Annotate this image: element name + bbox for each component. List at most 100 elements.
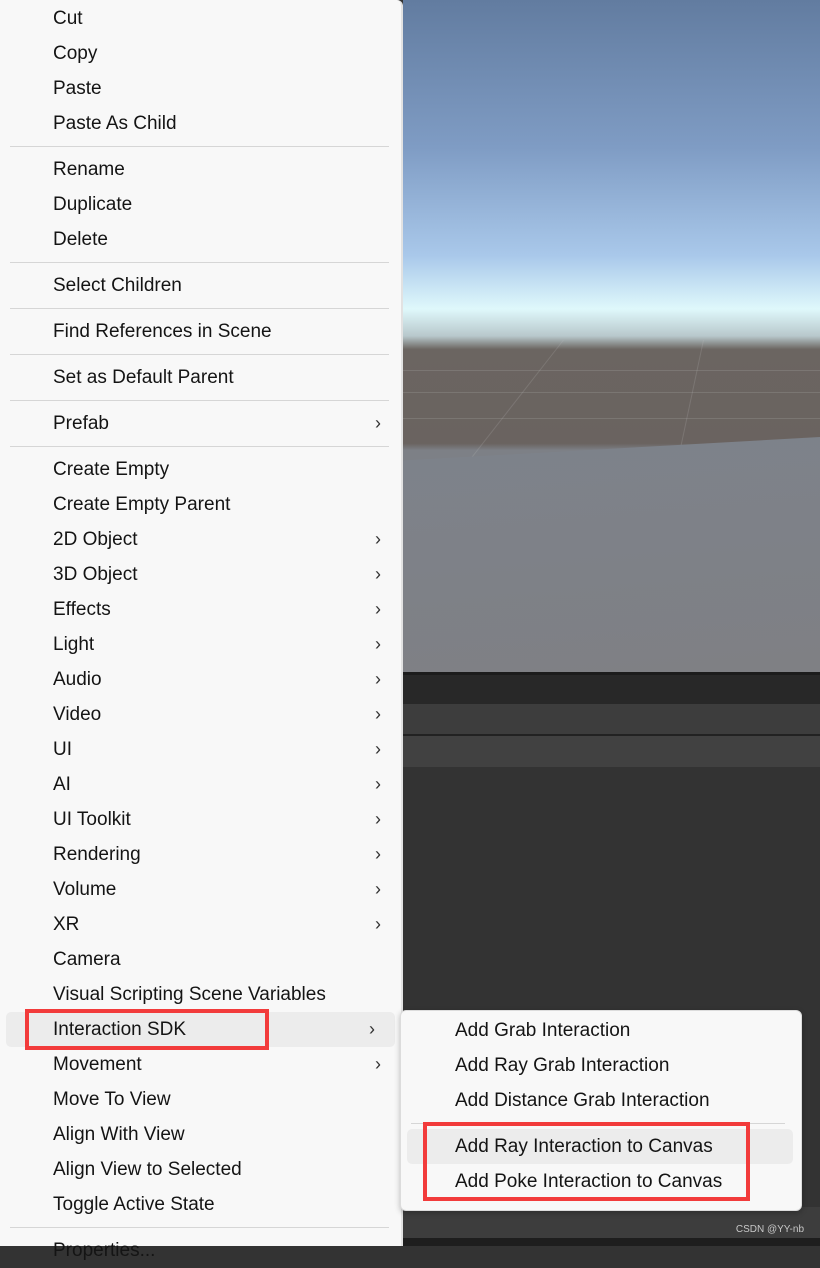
menu-item-label: Prefab <box>53 413 109 434</box>
menu-item-label: AI <box>53 774 71 795</box>
menu-item-label: 3D Object <box>53 564 138 585</box>
menu-separator <box>10 400 389 401</box>
menu-item-add-distance-grab-interaction[interactable]: Add Distance Grab Interaction <box>401 1083 801 1118</box>
menu-item-camera[interactable]: Camera <box>0 942 401 977</box>
menu-item-interaction-sdk[interactable]: Interaction SDK › <box>6 1012 395 1047</box>
menu-item-label: Rename <box>53 159 125 180</box>
menu-item-label: Volume <box>53 879 117 900</box>
menu-item-align-view-to-selected[interactable]: Align View to Selected <box>0 1152 401 1187</box>
menu-item-find-references-in-scene[interactable]: Find References in Scene <box>0 314 401 349</box>
chevron-right-icon: › <box>375 844 381 864</box>
menu-item-label: Cut <box>53 8 83 29</box>
menu-item-effects[interactable]: Effects › <box>0 592 401 627</box>
menu-item-prefab[interactable]: Prefab › <box>0 406 401 441</box>
scene-view[interactable] <box>403 0 820 672</box>
ground-plane <box>403 437 820 672</box>
menu-item-copy[interactable]: Copy <box>0 36 401 71</box>
panel-tabbar[interactable] <box>403 675 820 704</box>
menu-item-label: Interaction SDK <box>53 1019 187 1040</box>
menu-separator <box>10 308 389 309</box>
menu-item-label: Create Empty Parent <box>53 494 231 515</box>
menu-item-label: Properties... <box>53 1240 156 1261</box>
menu-item-add-grab-interaction[interactable]: Add Grab Interaction <box>401 1013 801 1048</box>
menu-separator <box>411 1123 785 1124</box>
menu-item-video[interactable]: Video › <box>0 697 401 732</box>
menu-item-add-ray-grab-interaction[interactable]: Add Ray Grab Interaction <box>401 1048 801 1083</box>
menu-item-paste-as-child[interactable]: Paste As Child <box>0 106 401 141</box>
menu-item-label: Paste As Child <box>53 113 177 134</box>
menu-item-rendering[interactable]: Rendering › <box>0 837 401 872</box>
menu-item-3d-object[interactable]: 3D Object › <box>0 557 401 592</box>
menu-item-label: Audio <box>53 669 102 690</box>
menu-item-label: Create Empty <box>53 459 170 480</box>
chevron-right-icon: › <box>375 914 381 934</box>
menu-item-visual-scripting-scene-variables[interactable]: Visual Scripting Scene Variables <box>0 977 401 1012</box>
menu-item-label: Rendering <box>53 844 141 865</box>
menu-item-label: Camera <box>53 949 121 970</box>
menu-item-create-empty[interactable]: Create Empty <box>0 452 401 487</box>
menu-item-duplicate[interactable]: Duplicate <box>0 187 401 222</box>
menu-item-add-ray-interaction-to-canvas[interactable]: Add Ray Interaction to Canvas <box>407 1129 793 1164</box>
menu-item-ui[interactable]: UI › <box>0 732 401 767</box>
panel-toolbar[interactable] <box>403 704 820 734</box>
menu-item-label: Find References in Scene <box>53 321 272 342</box>
menu-item-label: Select Children <box>53 275 182 296</box>
panel-toolbar-secondary[interactable] <box>403 736 820 767</box>
menu-item-label: XR <box>53 914 80 935</box>
menu-item-toggle-active-state[interactable]: Toggle Active State <box>0 1187 401 1222</box>
grid-line <box>403 418 820 419</box>
menu-item-xr[interactable]: XR › <box>0 907 401 942</box>
menu-separator <box>10 146 389 147</box>
menu-item-paste[interactable]: Paste <box>0 71 401 106</box>
menu-item-move-to-view[interactable]: Move To View <box>0 1082 401 1117</box>
menu-item-add-poke-interaction-to-canvas[interactable]: Add Poke Interaction to Canvas <box>401 1164 801 1199</box>
menu-separator <box>10 1227 389 1228</box>
menu-item-label: Delete <box>53 229 108 250</box>
menu-item-ui-toolkit[interactable]: UI Toolkit › <box>0 802 401 837</box>
menu-item-movement[interactable]: Movement › <box>0 1047 401 1082</box>
menu-item-select-children[interactable]: Select Children <box>0 268 401 303</box>
menu-item-label: Light <box>53 634 95 655</box>
menu-item-audio[interactable]: Audio › <box>0 662 401 697</box>
menu-item-create-empty-parent[interactable]: Create Empty Parent <box>0 487 401 522</box>
menu-item-label: UI <box>53 739 72 760</box>
menu-item-label: Move To View <box>53 1089 171 1110</box>
menu-item-label: UI Toolkit <box>53 809 131 830</box>
menu-item-label: Align With View <box>53 1124 185 1145</box>
menu-item-delete[interactable]: Delete <box>0 222 401 257</box>
menu-item-label: Visual Scripting Scene Variables <box>53 984 326 1005</box>
chevron-right-icon: › <box>369 1019 375 1039</box>
menu-item-label: Toggle Active State <box>53 1194 215 1215</box>
menu-item-label: Movement <box>53 1054 142 1075</box>
chevron-right-icon: › <box>375 879 381 899</box>
chevron-right-icon: › <box>375 599 381 619</box>
menu-separator <box>10 354 389 355</box>
menu-item-cut[interactable]: Cut <box>0 1 401 36</box>
menu-item-label: Add Grab Interaction <box>455 1020 631 1041</box>
menu-item-ai[interactable]: AI › <box>0 767 401 802</box>
menu-item-label: Add Distance Grab Interaction <box>455 1090 710 1111</box>
menu-item-set-as-default-parent[interactable]: Set as Default Parent <box>0 360 401 395</box>
menu-item-label: Duplicate <box>53 194 133 215</box>
menu-item-light[interactable]: Light › <box>0 627 401 662</box>
chevron-right-icon: › <box>375 1054 381 1074</box>
menu-item-volume[interactable]: Volume › <box>0 872 401 907</box>
menu-item-label: Video <box>53 704 102 725</box>
menu-item-align-with-view[interactable]: Align With View <box>0 1117 401 1152</box>
grid-line <box>403 370 820 371</box>
menu-item-label: Paste <box>53 78 102 99</box>
grid-line <box>403 392 820 393</box>
menu-item-label: Add Ray Grab Interaction <box>455 1055 670 1076</box>
menu-separator <box>10 446 389 447</box>
watermark: CSDN @YY-nb <box>735 1224 804 1235</box>
chevron-right-icon: › <box>375 739 381 759</box>
interaction-sdk-submenu: Add Grab Interaction Add Ray Grab Interac… <box>400 1010 802 1211</box>
context-menu: Cut Copy Paste Paste As Child Rename Duplicat… <box>0 0 403 1261</box>
chevron-right-icon: › <box>375 669 381 689</box>
panel-bottom-edge <box>403 1238 820 1246</box>
chevron-right-icon: › <box>375 413 381 433</box>
menu-item-2d-object[interactable]: 2D Object › <box>0 522 401 557</box>
menu-item-rename[interactable]: Rename <box>0 152 401 187</box>
menu-item-label: Add Ray Interaction to Canvas <box>455 1136 713 1157</box>
menu-item-properties[interactable]: Properties... <box>0 1233 401 1268</box>
